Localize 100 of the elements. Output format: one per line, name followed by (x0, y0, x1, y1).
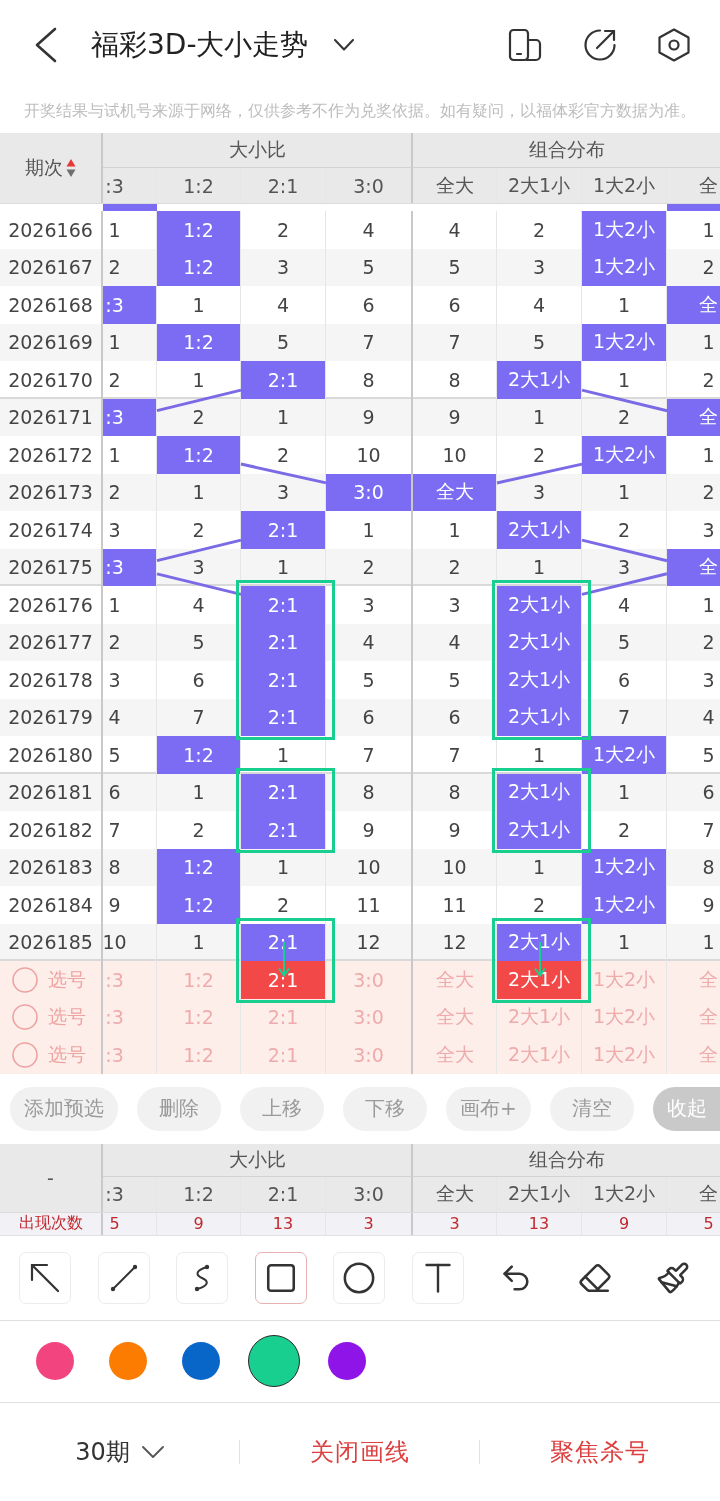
hit-cell: :3 (103, 548, 157, 586)
miss-count: 1 (701, 330, 716, 356)
pick-option[interactable]: :3 (103, 961, 157, 999)
hit-cell: 2:1 (241, 811, 326, 849)
column-header: 1大2小 (582, 168, 667, 203)
column-header: 2大1小 (497, 1176, 582, 1212)
color-swatch[interactable] (181, 1342, 220, 1380)
group-header: 组合分布 (413, 133, 720, 168)
pill-button[interactable]: 删除 (137, 1086, 221, 1131)
miss-count: 2 (582, 511, 667, 549)
miss-count: 2 (701, 255, 716, 281)
miss-count: 1 (241, 736, 326, 774)
settings-icon[interactable] (658, 28, 690, 62)
text-action-button[interactable]: 聚焦杀号 (549, 1435, 650, 1468)
pick-option[interactable]: 1大2小 (582, 1036, 667, 1074)
color-swatch[interactable] (247, 1335, 300, 1387)
column-header: 全大 (413, 1176, 497, 1212)
hit-cell: 2大1小 (497, 923, 582, 961)
circle-arrow-icon[interactable] (583, 28, 617, 62)
miss-count: 3 (103, 661, 157, 699)
sort-icon[interactable] (66, 158, 76, 178)
column-header: :3 (103, 1176, 157, 1212)
paintbrush-icon[interactable] (656, 1260, 690, 1295)
disclaimer-text: 开奖结果与试机号来源于网络，仅供参考不作为兑奖依据。如有疑问，以福体彩官方数据为准。 (23, 101, 697, 122)
hit-cell: :3 (103, 286, 157, 324)
pick-option[interactable]: 全 (667, 998, 720, 1036)
miss-count: 6 (582, 661, 667, 699)
miss-count: 4 (582, 586, 667, 624)
pick-option[interactable]: 2:1 (241, 1036, 326, 1074)
hit-cell: 2:1 (241, 923, 326, 961)
pick-option[interactable]: 2:1 (241, 961, 326, 999)
column-header: 1:2 (157, 168, 241, 203)
color-swatch[interactable] (108, 1342, 147, 1380)
miss-count: 3 (701, 667, 716, 693)
miss-count: 11 (413, 886, 497, 924)
pick-label: 选号 (48, 966, 86, 992)
column-header: :3 (103, 168, 157, 203)
miss-count: 3 (103, 511, 157, 549)
pill-button[interactable]: 上移 (240, 1086, 324, 1131)
miss-count: 4 (701, 705, 716, 731)
color-swatch[interactable] (327, 1342, 366, 1380)
miss-count: 7 (103, 811, 157, 849)
hit-cell: 全 (667, 398, 720, 436)
miss-count: 1 (701, 217, 716, 243)
count-value: 13 (497, 1212, 582, 1235)
pill-button[interactable]: 画布+ (446, 1086, 531, 1131)
hit-cell: 1:2 (157, 736, 241, 774)
back-chevron-icon[interactable] (34, 27, 58, 63)
phone-tablet-icon[interactable] (508, 28, 542, 62)
hit-cell: 2:1 (241, 511, 326, 549)
hit-cell: 2:1 (241, 586, 326, 624)
chevron-down-icon (141, 1445, 164, 1458)
column-header: 全 (698, 172, 719, 198)
hit-cell: 2:1 (241, 773, 326, 811)
pick-option[interactable]: 全 (667, 1036, 720, 1074)
color-swatch[interactable] (35, 1342, 74, 1380)
column-header: 3:0 (326, 1176, 413, 1212)
miss-count: 6 (701, 780, 716, 806)
pick-option[interactable]: 全大 (413, 1036, 497, 1074)
pill-button[interactable]: 清空 (549, 1086, 634, 1131)
hit-cell: 全 (667, 286, 720, 324)
pick-option[interactable]: 3:0 (326, 1036, 413, 1074)
hit-cell: 2大1小 (497, 773, 582, 811)
column-header: 全 (698, 1181, 719, 1206)
pick-option[interactable]: 2大1小 (497, 961, 582, 999)
group-header: 大小比 (103, 1143, 413, 1177)
hit-cell: 1大2小 (582, 848, 667, 886)
hit-cell: 2:1 (241, 698, 326, 736)
hit-cell: 1大2小 (582, 436, 667, 474)
group-header: 组合分布 (413, 1143, 720, 1177)
hit-cell: 2大1小 (497, 623, 582, 661)
text-t-icon (424, 1262, 451, 1293)
miss-count: 9 (701, 892, 716, 918)
pick-option[interactable]: 全 (667, 961, 720, 999)
miss-count: 1 (701, 592, 716, 618)
count-value: 9 (582, 1212, 667, 1235)
hit-cell: 2大1小 (497, 661, 582, 699)
miss-count: 7 (413, 736, 497, 774)
pick-option[interactable]: 1大2小 (582, 961, 667, 999)
pick-option[interactable]: 2大1小 (497, 1036, 582, 1074)
miss-count: 1 (701, 930, 716, 956)
text-action-button[interactable]: 关闭画线 (309, 1435, 410, 1468)
hit-cell: 1大2小 (582, 886, 667, 924)
count-value: 13 (241, 1212, 326, 1235)
miss-count: 10 (413, 436, 497, 474)
miss-count: 8 (701, 855, 716, 881)
pick-option[interactable]: :3 (103, 1036, 157, 1074)
hit-cell: 2大1小 (497, 811, 582, 849)
period-dropdown[interactable]: 30期 (75, 1435, 164, 1468)
hit-cell: 1:2 (157, 886, 241, 924)
hit-cell: 1大2小 (582, 248, 667, 286)
column-header: 期次 (25, 155, 63, 180)
pill-button[interactable]: 下移 (343, 1086, 427, 1131)
chevron-down-icon[interactable] (334, 39, 355, 51)
line-icon (109, 1263, 138, 1292)
miss-count: 2 (701, 367, 716, 393)
pill-button[interactable]: 添加预选 (10, 1086, 118, 1131)
tool-button[interactable] (254, 1251, 307, 1304)
pick-option[interactable]: 1:2 (157, 1036, 241, 1074)
group-header: 大小比 (103, 133, 413, 168)
